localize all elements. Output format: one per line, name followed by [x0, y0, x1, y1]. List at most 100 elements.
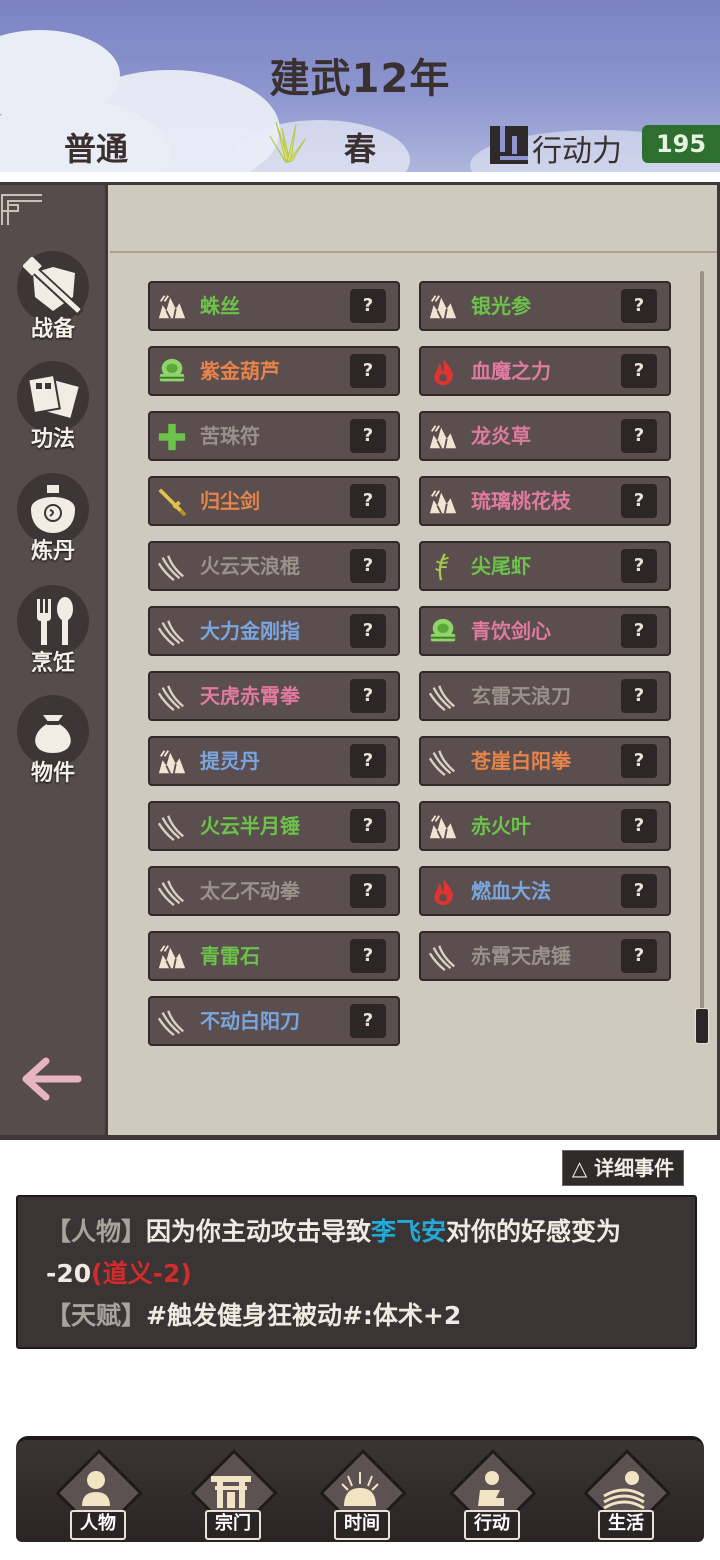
nav-label: 时间 [334, 1510, 390, 1540]
ore-icon [429, 295, 457, 319]
sidebar-item-gongfa[interactable]: 功法 [0, 361, 106, 453]
inventory-item[interactable]: 银光参? [419, 281, 671, 331]
inventory-item[interactable]: 蛛丝? [148, 281, 400, 331]
inventory-item[interactable]: 天虎赤霄拳? [148, 671, 400, 721]
detail-events-button[interactable]: △ 详细事件 [562, 1150, 684, 1186]
nav-renwu[interactable]: 人物 [46, 1449, 146, 1540]
inventory-item[interactable]: 尖尾虾? [419, 541, 671, 591]
item-info-button[interactable]: ? [350, 679, 386, 713]
nav-shenghuo[interactable]: 生活 [574, 1449, 674, 1540]
inventory-item[interactable]: 火云天浪棍? [148, 541, 400, 591]
inventory-item[interactable]: 琉璃桃花枝? [419, 476, 671, 526]
sidebar-item-liandan[interactable]: 炼丹 [0, 473, 106, 565]
ore-icon [429, 490, 457, 514]
inventory-item[interactable]: 归尘剑? [148, 476, 400, 526]
item-info-button[interactable]: ? [621, 354, 657, 388]
claw-icon [428, 750, 456, 777]
nav-zongmen[interactable]: 宗门 [181, 1449, 281, 1540]
item-info-button[interactable]: ? [621, 419, 657, 453]
item-info-button[interactable]: ? [350, 419, 386, 453]
sidebar-item-zhanbei[interactable]: 战备 [0, 251, 106, 343]
item-name: 天虎赤霄拳 [200, 684, 300, 708]
ore-icon [158, 750, 186, 774]
item-info-button[interactable]: ? [621, 744, 657, 778]
item-info-button[interactable]: ? [350, 354, 386, 388]
item-info-button[interactable]: ? [621, 289, 657, 323]
item-name: 银光参 [471, 294, 531, 318]
item-info-button[interactable]: ? [350, 549, 386, 583]
claw-icon [428, 685, 456, 712]
item-name: 苦珠符 [200, 424, 260, 448]
item-info-button[interactable]: ? [621, 484, 657, 518]
claw-icon [157, 685, 185, 712]
fire-icon [434, 358, 453, 386]
sidebar-item-label: 功法 [30, 427, 75, 452]
item-name: 青雷石 [200, 944, 260, 968]
inventory-item[interactable]: 青饮剑心? [419, 606, 671, 656]
item-info-button[interactable]: ? [350, 939, 386, 973]
item-info-button[interactable]: ? [350, 614, 386, 648]
inventory-item[interactable]: 血魔之力? [419, 346, 671, 396]
sidebar-item-pengren[interactable]: 烹饪 [0, 585, 106, 677]
inventory-item[interactable]: 紫金葫芦? [148, 346, 400, 396]
inventory-item[interactable]: 青雷石? [148, 931, 400, 981]
item-name: 蛛丝 [200, 294, 240, 318]
landscape-icon [603, 1471, 645, 1510]
inventory-item[interactable]: 赤火叶? [419, 801, 671, 851]
category-sidebar: 战备 功法 炼丹 烹饪 物件 [0, 185, 108, 1135]
inventory-item[interactable]: 龙炎草? [419, 411, 671, 461]
inventory-item[interactable]: 太乙不动拳? [148, 866, 400, 916]
item-info-button[interactable]: ? [621, 809, 657, 843]
event-log: 【人物】因为你主动攻击导致李飞安对你的好感变为 -20(道义-2) 【天赋】#触… [16, 1195, 697, 1349]
item-name: 血魔之力 [471, 359, 551, 383]
item-info-button[interactable]: ? [621, 679, 657, 713]
sidebar-item-label: 战备 [30, 317, 75, 342]
inventory-item[interactable]: 提灵丹? [148, 736, 400, 786]
inventory-item[interactable]: 大力金刚指? [148, 606, 400, 656]
item-info-button[interactable]: ? [350, 484, 386, 518]
character-name-link[interactable]: 李飞安 [371, 1217, 446, 1246]
inventory-item[interactable]: 苦珠符? [148, 411, 400, 461]
inventory-item[interactable]: 火云半月锤? [148, 801, 400, 851]
sidebar-item-label: 烹饪 [30, 651, 75, 676]
item-info-button[interactable]: ? [621, 939, 657, 973]
ore-icon [429, 425, 457, 449]
item-info-button[interactable]: ? [350, 744, 386, 778]
item-name: 赤霄天虎锤 [471, 944, 571, 968]
inventory-item[interactable]: 燃血大法? [419, 866, 671, 916]
ore-icon [429, 815, 457, 839]
sword-icon [158, 488, 187, 517]
item-name: 火云半月锤 [200, 814, 300, 838]
item-info-button[interactable]: ? [350, 809, 386, 843]
item-name: 玄雷天浪刀 [471, 684, 571, 708]
item-name: 燃血大法 [471, 879, 551, 903]
item-name: 大力金刚指 [200, 619, 300, 643]
item-name: 归尘剑 [200, 489, 260, 513]
back-arrow-icon[interactable] [22, 1055, 82, 1103]
sidebar-item-wujian[interactable]: 物件 [0, 695, 106, 787]
item-info-button[interactable]: ? [621, 614, 657, 648]
claw-icon [157, 880, 185, 907]
item-name: 太乙不动拳 [200, 879, 300, 903]
scrollbar-thumb[interactable] [695, 1008, 709, 1044]
inventory-item[interactable]: 不动白阳刀? [148, 996, 400, 1046]
nav-shijian[interactable]: 时间 [310, 1449, 410, 1540]
nav-xingdong[interactable]: 行动 [440, 1449, 540, 1540]
item-info-button[interactable]: ? [350, 1004, 386, 1038]
inventory-item[interactable]: 苍崖白阳拳? [419, 736, 671, 786]
item-info-button[interactable]: ? [350, 874, 386, 908]
item-name: 龙炎草 [471, 424, 531, 448]
maze-icon [490, 126, 528, 164]
inventory-panel: 战备 功法 炼丹 烹饪 物件 蛛丝 ? 银光参 ? 紫金葫芦 ? 血魔之力 ? … [0, 182, 720, 1140]
inventory-item[interactable]: 玄雷天浪刀? [419, 671, 671, 721]
inventory-item[interactable]: 赤霄天虎锤? [419, 931, 671, 981]
item-info-button[interactable]: ? [350, 289, 386, 323]
difficulty-mode[interactable]: 普通 [64, 124, 128, 170]
scrollbar-track[interactable] [700, 271, 704, 1031]
grass-icon [269, 121, 307, 164]
sidebar-item-label: 炼丹 [30, 539, 75, 564]
item-info-button[interactable]: ? [621, 549, 657, 583]
item-name: 赤火叶 [471, 814, 531, 838]
item-info-button[interactable]: ? [621, 874, 657, 908]
event-line: 【人物】因为你主动攻击导致李飞安对你的好感变为 [46, 1211, 685, 1253]
